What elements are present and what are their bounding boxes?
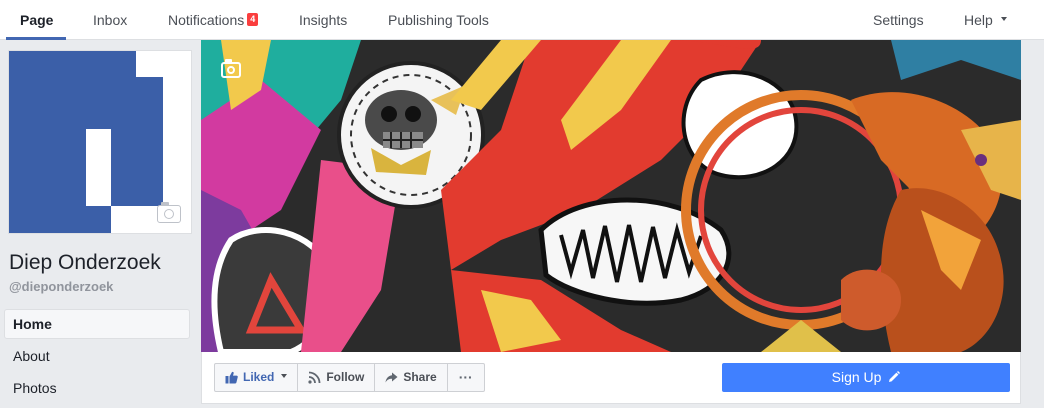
sidebar-item-photos[interactable]: Photos — [4, 373, 190, 403]
profile-picture[interactable] — [8, 50, 192, 234]
tab-inbox[interactable]: Inbox — [93, 0, 127, 40]
page-action-bar: Liked Follow Share ··· Sign Up — [201, 352, 1021, 404]
share-button[interactable]: Share — [375, 364, 448, 391]
notifications-count-badge: 4 — [247, 12, 259, 26]
pencil-edit-icon — [889, 371, 901, 382]
share-label: Share — [403, 370, 437, 384]
sign-up-button[interactable]: Sign Up — [722, 363, 1010, 392]
camera-icon[interactable] — [157, 202, 181, 223]
tab-insights[interactable]: Insights — [299, 0, 347, 40]
camera-icon[interactable] — [221, 59, 241, 78]
follow-button[interactable]: Follow — [298, 364, 376, 391]
thumbs-up-icon — [225, 371, 238, 384]
page-sidebar-nav: Home About Photos — [4, 309, 190, 405]
tab-inbox-label: Inbox — [93, 12, 128, 28]
sidebar-item-home[interactable]: Home — [4, 309, 190, 339]
help-dropdown[interactable]: Help — [964, 0, 1007, 40]
more-options-button[interactable]: ··· — [448, 364, 484, 391]
tab-page-label: Page — [20, 12, 54, 28]
chevron-down-icon — [1000, 17, 1007, 22]
share-arrow-icon — [385, 372, 398, 383]
liked-button[interactable]: Liked — [215, 364, 299, 391]
tab-publishing-tools-label: Publishing Tools — [388, 12, 489, 28]
page-top-nav: Page Inbox Notifications 4 Insights Publi… — [0, 0, 1044, 40]
sign-up-label: Sign Up — [831, 369, 882, 385]
page-name: Diep Onderzoek — [9, 251, 161, 274]
tab-settings[interactable]: Settings — [873, 0, 924, 40]
help-label: Help — [964, 12, 993, 28]
page-username[interactable]: @dieponderzoek — [9, 279, 113, 294]
follow-label: Follow — [326, 370, 365, 384]
tab-page[interactable]: Page — [20, 0, 53, 40]
sidebar-item-about[interactable]: About — [4, 341, 190, 371]
rss-follow-icon — [308, 371, 321, 384]
tab-notifications-label: Notifications — [168, 12, 245, 28]
chevron-down-icon — [281, 373, 288, 378]
liked-label: Liked — [243, 370, 275, 384]
active-tab-indicator — [6, 37, 66, 40]
graffiti-cover-image — [201, 40, 1021, 352]
more-options-icon: ··· — [458, 369, 473, 385]
page-action-buttons: Liked Follow Share ··· — [214, 363, 485, 392]
cover-photo[interactable] — [201, 40, 1021, 352]
tab-settings-label: Settings — [873, 12, 924, 28]
tab-notifications[interactable]: Notifications 4 — [168, 0, 259, 40]
tab-publishing-tools[interactable]: Publishing Tools — [388, 0, 489, 40]
tab-insights-label: Insights — [299, 12, 348, 28]
